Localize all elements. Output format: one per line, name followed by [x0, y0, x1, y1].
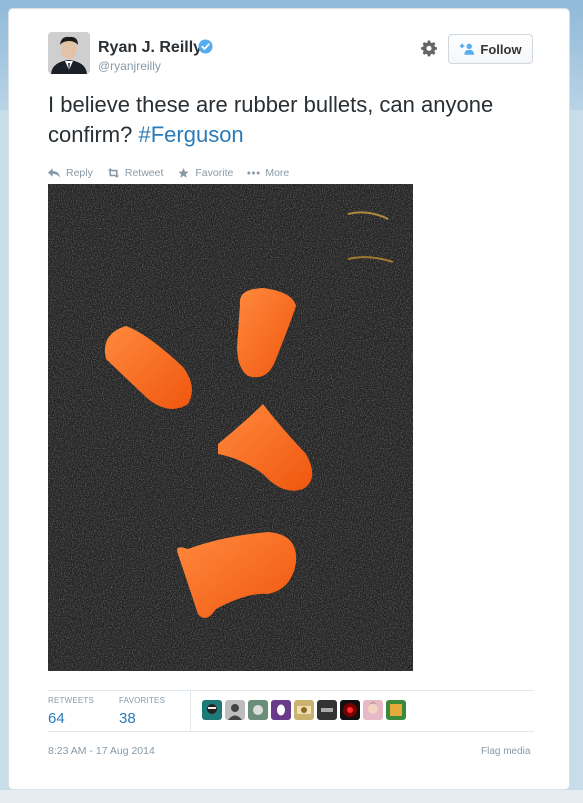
- reply-action[interactable]: Reply: [48, 167, 93, 179]
- favorites-stat[interactable]: FAVORITES 38: [119, 696, 165, 727]
- favoriter-avatar[interactable]: [294, 700, 314, 720]
- stats-separator: [190, 691, 191, 731]
- more-dots-icon: [247, 171, 260, 175]
- favorites-label: FAVORITES: [119, 696, 166, 705]
- favoriter-avatar[interactable]: [386, 700, 406, 720]
- tweet-photo[interactable]: [48, 184, 413, 671]
- user-handle[interactable]: @ryanjreilly: [98, 59, 161, 73]
- retweet-action[interactable]: Retweet: [107, 167, 164, 179]
- follow-button-label: Follow: [480, 41, 522, 57]
- gear-icon[interactable]: [420, 39, 438, 57]
- favorite-label: Favorite: [195, 167, 234, 179]
- favorite-action[interactable]: Favorite: [177, 167, 233, 179]
- hashtag-link[interactable]: #Ferguson: [138, 122, 243, 147]
- reply-icon: [48, 168, 61, 178]
- retweets-count: 64: [48, 710, 65, 727]
- verified-badge-icon: [198, 39, 213, 54]
- retweets-label: RETWEETS: [48, 696, 95, 705]
- follow-button[interactable]: Follow: [448, 34, 533, 64]
- star-icon: [178, 168, 189, 178]
- favoriter-avatar[interactable]: [202, 700, 222, 720]
- stats-divider: [48, 690, 534, 691]
- favoriter-avatar[interactable]: [225, 700, 245, 720]
- tweet-timestamp[interactable]: 8:23 AM - 17 Aug 2014: [48, 745, 155, 757]
- tweet-actions: Reply Retweet Favorite More: [48, 167, 289, 179]
- favoriter-avatar[interactable]: [317, 700, 337, 720]
- favoriter-avatar[interactable]: [248, 700, 268, 720]
- more-label: More: [265, 167, 290, 179]
- reply-label: Reply: [66, 167, 93, 179]
- favoriter-avatars: [202, 700, 406, 720]
- retweet-icon: [107, 168, 120, 178]
- favoriter-avatar[interactable]: [340, 700, 360, 720]
- tweet-body: I believe these are rubber bullets, can …: [48, 92, 494, 147]
- user-name[interactable]: Ryan J. Reilly: [98, 39, 202, 57]
- favorites-count: 38: [119, 710, 136, 727]
- avatar[interactable]: [48, 32, 90, 74]
- footer-divider: [48, 731, 534, 732]
- tweet-card: Ryan J. Reilly @ryanjreilly Follow I bel…: [8, 8, 570, 790]
- more-action[interactable]: More: [247, 167, 289, 179]
- retweet-label: Retweet: [124, 167, 164, 179]
- retweets-stat[interactable]: RETWEETS 64: [48, 696, 94, 727]
- flag-media-link[interactable]: Flag media: [481, 746, 530, 757]
- favoriter-avatar[interactable]: [271, 700, 291, 720]
- favoriter-avatar[interactable]: [363, 700, 383, 720]
- reply-area-edge: [0, 790, 583, 803]
- tweet-text: I believe these are rubber bullets, can …: [48, 90, 508, 150]
- add-user-icon: [460, 43, 475, 55]
